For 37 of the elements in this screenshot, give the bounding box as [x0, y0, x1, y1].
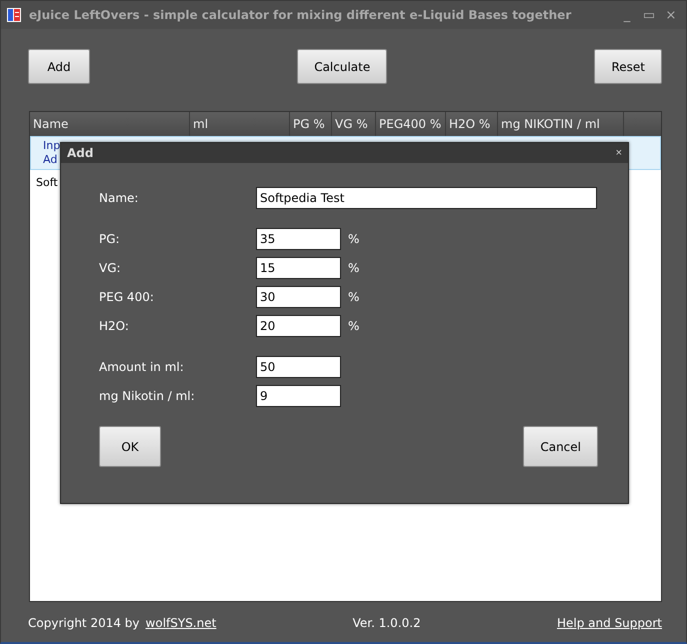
- input-field[interactable]: 20: [256, 314, 341, 336]
- field-label: VG:: [99, 260, 122, 274]
- window-title: eJuice LeftOvers - simple calculator for mixing different e-Liquid Bases together: [29, 8, 572, 22]
- field-label: mg Nikotin / ml:: [99, 388, 196, 402]
- website-link[interactable]: wolfSYS.net: [146, 616, 216, 630]
- field-label: H2O:: [99, 318, 130, 332]
- dialog-title: Add: [67, 146, 94, 160]
- input-field[interactable]: 9: [256, 384, 341, 406]
- toolbar-button[interactable]: Add: [28, 49, 90, 84]
- input-field[interactable]: Softpedia Test: [256, 186, 597, 208]
- copyright-text: Copyright 2014 by: [28, 616, 140, 630]
- ok-button[interactable]: OK: [99, 426, 161, 467]
- table-cell: Soft: [36, 176, 58, 190]
- toolbar-button[interactable]: Reset: [594, 49, 662, 84]
- unit-label: %: [348, 260, 360, 274]
- input-field[interactable]: 15: [256, 256, 341, 278]
- app-icon: [7, 8, 21, 22]
- input-field[interactable]: 30: [256, 286, 341, 308]
- field-label: Name:: [99, 190, 140, 204]
- table-cell: Inp: [43, 139, 60, 153]
- toolbar-button[interactable]: Calculate: [297, 49, 388, 84]
- input-field[interactable]: 35: [256, 228, 341, 250]
- unit-label: %: [348, 232, 360, 246]
- version-text: Ver. 1.0.0.2: [352, 616, 421, 630]
- field-label: Amount in ml:: [99, 360, 185, 374]
- close-button[interactable]: ×: [616, 147, 622, 159]
- unit-label: %: [348, 290, 360, 304]
- input-field[interactable]: 50: [256, 356, 341, 378]
- close-button[interactable]: ×: [662, 8, 680, 22]
- minimize-button[interactable]: _: [618, 8, 636, 22]
- help-link[interactable]: Help and Support: [557, 616, 662, 630]
- field-label: PG:: [99, 232, 121, 246]
- unit-label: %: [348, 318, 360, 332]
- table-cell: Ad: [43, 153, 58, 167]
- cancel-button[interactable]: Cancel: [523, 426, 598, 467]
- field-label: PEG 400:: [99, 290, 155, 304]
- maximize-button[interactable]: ▭: [640, 8, 658, 22]
